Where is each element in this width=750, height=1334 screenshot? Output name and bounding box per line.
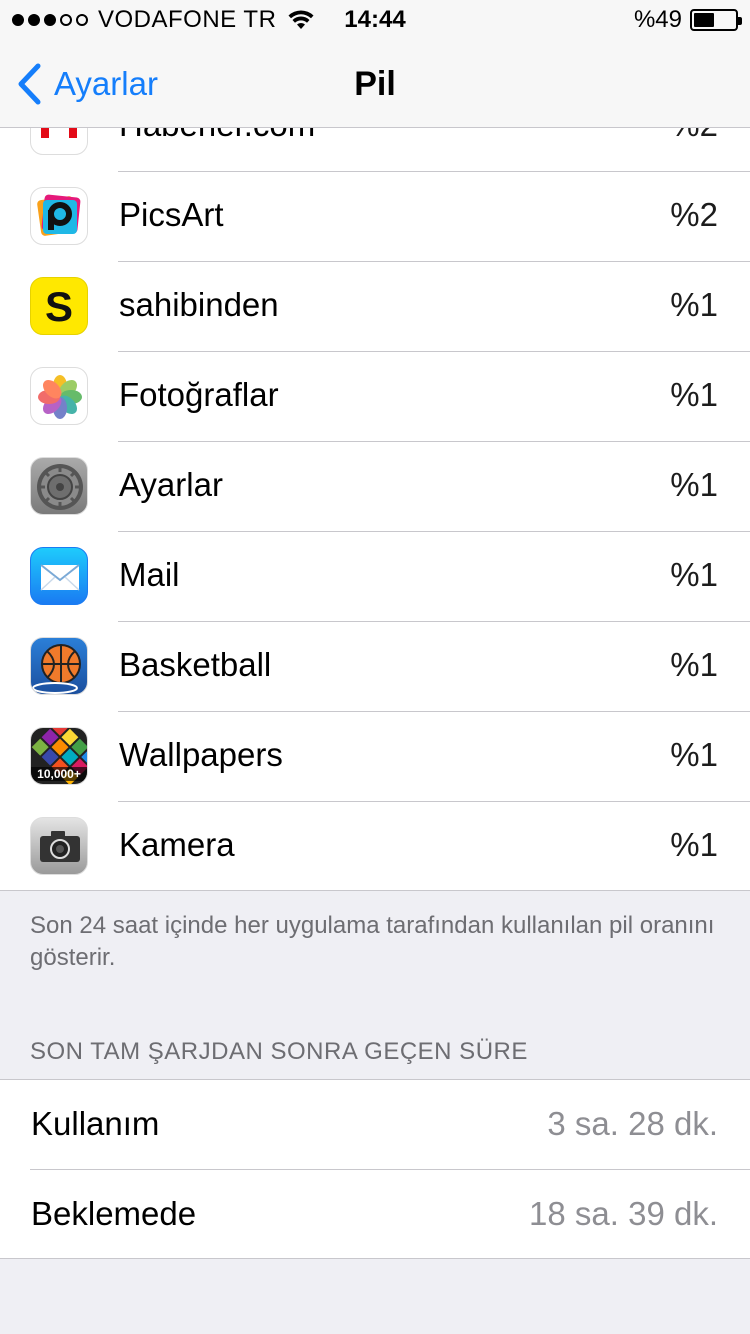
app-percent: %1 [670, 286, 718, 323]
app-percent: %1 [670, 556, 718, 593]
app-usage-list[interactable]: Haberler.com %2 PicsArt %2 S sahibinden … [0, 82, 750, 891]
app-name: sahibinden [119, 286, 279, 323]
mail-app-icon [30, 547, 88, 605]
usage-label: Kullanım [31, 1105, 160, 1142]
list-item[interactable]: Mail %1 [0, 532, 750, 622]
app-name: Kamera [119, 826, 235, 863]
usage-value: 3 sa. 28 dk. [547, 1105, 718, 1142]
app-percent: %2 [670, 196, 718, 233]
standby-label: Beklemede [31, 1195, 197, 1232]
photos-app-icon [30, 367, 88, 425]
app-percent: %1 [670, 736, 718, 773]
app-percent: %1 [670, 376, 718, 413]
list-item[interactable]: S sahibinden %1 [0, 262, 750, 352]
basketball-app-icon [30, 637, 88, 695]
standby-row: Beklemede 18 sa. 39 dk. [0, 1170, 750, 1260]
app-name: Mail [119, 556, 180, 593]
sahibinden-app-icon: S [30, 277, 88, 335]
list-item[interactable]: Basketball %1 [0, 622, 750, 712]
app-percent: %1 [670, 466, 718, 503]
app-name: Fotoğraflar [119, 376, 279, 413]
app-percent: %1 [670, 826, 718, 863]
standby-value: 18 sa. 39 dk. [529, 1195, 718, 1232]
list-item[interactable]: Fotoğraflar %1 [0, 352, 750, 442]
list-item[interactable]: Kamera %1 [0, 802, 750, 890]
section-header: SON TAM ŞARJDAN SONRA GEÇEN SÜRE [30, 1038, 528, 1065]
page-title: Pil [354, 65, 396, 103]
usage-row: Kullanım 3 sa. 28 dk. [0, 1080, 750, 1170]
list-item[interactable]: Ayarlar %1 [0, 442, 750, 532]
usage-group: Kullanım 3 sa. 28 dk. Beklemede 18 sa. 3… [0, 1079, 750, 1259]
status-right: %49 [633, 6, 742, 34]
battery-usage-note: Son 24 saat içinde her uygulama tarafınd… [30, 912, 715, 971]
list-item[interactable]: 10,000+ Wallpapers %1 [0, 712, 750, 802]
app-name: PicsArt [119, 196, 224, 233]
list-item[interactable]: PicsArt %2 [0, 172, 750, 262]
picsart-app-icon [30, 187, 88, 245]
navigation-bar: Ayarlar Pil [0, 40, 750, 128]
battery-percent: %49 [633, 6, 682, 33]
app-name: Wallpapers [119, 736, 283, 773]
app-percent: %1 [670, 646, 718, 683]
battery-icon [690, 9, 742, 31]
settings-app-icon [30, 457, 88, 515]
status-bar: VODAFONE TR 14:44 %49 [0, 0, 750, 40]
wallpapers-icon-label: 10,000+ [31, 767, 87, 781]
wallpapers-app-icon: 10,000+ [30, 727, 88, 785]
camera-app-icon [30, 817, 88, 875]
app-name: Basketball [119, 646, 272, 683]
app-name: Ayarlar [119, 466, 223, 503]
